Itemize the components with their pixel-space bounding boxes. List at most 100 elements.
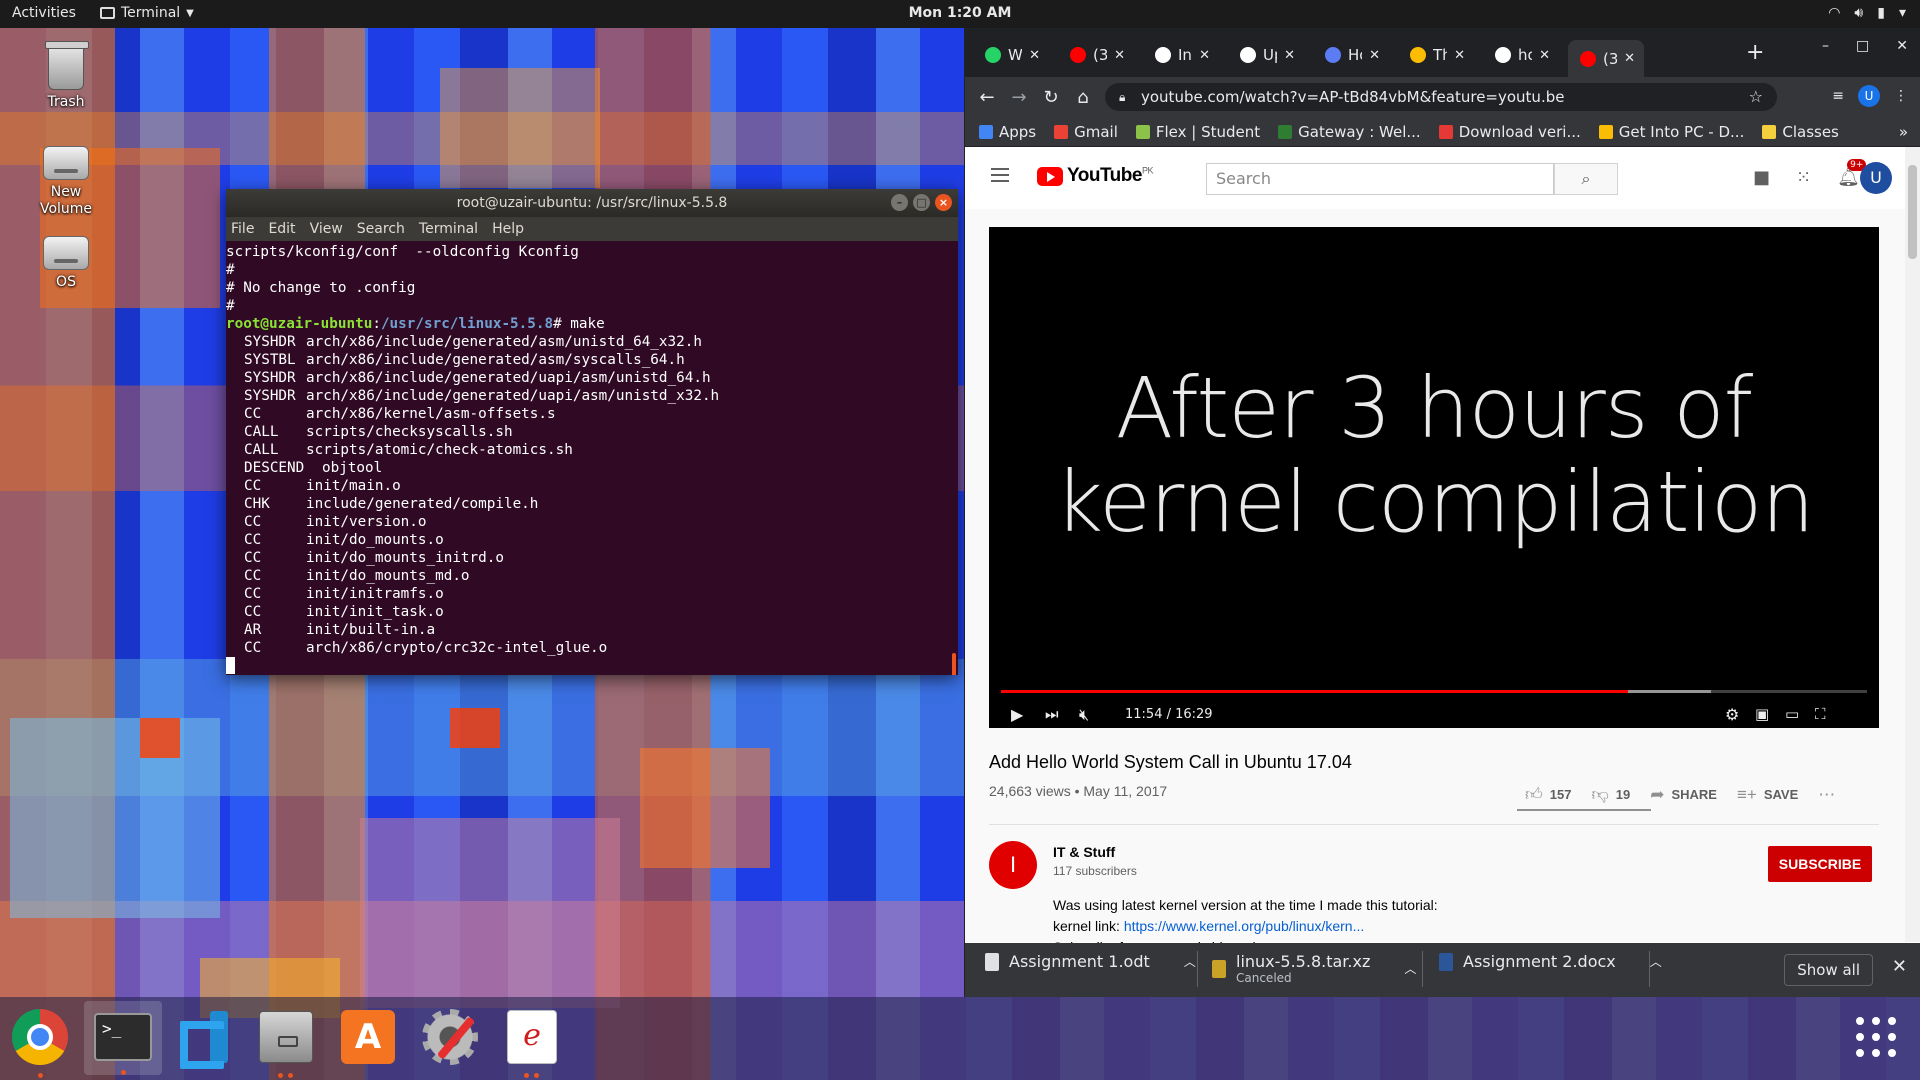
browser-tab[interactable]: Inde ✕: [1143, 40, 1219, 70]
browser-tab[interactable]: (303 ✕: [1568, 40, 1644, 77]
bookmark-star-icon[interactable]: ☆: [1749, 83, 1763, 111]
address-bar[interactable]: 🔒︎ youtube.com/watch?v=AP-tBd84vbM&featu…: [1105, 83, 1777, 111]
close-tab-icon[interactable]: ✕: [1454, 48, 1465, 63]
show-all-downloads-button[interactable]: Show all: [1784, 954, 1873, 986]
bookmarks-overflow-icon[interactable]: »: [1899, 123, 1908, 141]
chevron-up-icon[interactable]: ︿: [1650, 953, 1662, 970]
dock-files[interactable]: [254, 1005, 318, 1078]
mute-icon[interactable]: 🔇︎: [1079, 705, 1089, 725]
search-input[interactable]: Search: [1206, 163, 1554, 195]
close-tab-icon[interactable]: ✕: [1539, 48, 1550, 63]
clock[interactable]: Mon 1:20 AM: [0, 5, 1920, 21]
download-item[interactable]: Assignment 1.odt ︿: [985, 952, 1196, 971]
maximize-button[interactable]: □: [913, 194, 930, 211]
subscribe-button[interactable]: SUBSCRIBE: [1768, 846, 1872, 882]
desktop-icon-new-volume[interactable]: New Volume: [18, 146, 114, 218]
bookmark-item[interactable]: Gmail: [1054, 123, 1118, 141]
chrome-window[interactable]: Wha ✕ (303 ✕ Inde ✕ Upgi ✕ How ✕ The ✕ how ✕ (303 ✕ + –…: [964, 28, 1920, 997]
play-icon[interactable]: ▶: [1011, 705, 1023, 724]
apps-grid-icon[interactable]: ⁙: [1796, 167, 1811, 188]
create-video-icon[interactable]: ■: [1753, 167, 1770, 188]
reload-icon[interactable]: ↻: [1035, 87, 1067, 108]
minimize-button[interactable]: –: [1822, 38, 1829, 54]
show-applications-icon[interactable]: [1856, 1017, 1896, 1057]
close-tab-icon[interactable]: ✕: [1369, 48, 1380, 63]
avatar[interactable]: U: [1860, 162, 1892, 194]
bookmark-item[interactable]: Classes: [1762, 123, 1839, 141]
kebab-menu-icon[interactable]: ⋮: [1894, 88, 1908, 104]
dock-software-center[interactable]: A: [336, 1005, 400, 1069]
video-progress-bar[interactable]: [1001, 690, 1867, 693]
media-controls-icon[interactable]: ≡: [1832, 88, 1844, 104]
close-tab-icon[interactable]: ✕: [1114, 48, 1125, 63]
browser-tab[interactable]: how ✕: [1483, 40, 1559, 70]
youtube-logo[interactable]: YouTubePK: [1037, 165, 1153, 187]
close-tab-icon[interactable]: ✕: [1284, 48, 1295, 63]
browser-tab[interactable]: Wha ✕: [973, 40, 1049, 70]
search-button[interactable]: ⌕: [1554, 163, 1618, 195]
menu-view[interactable]: View: [310, 221, 343, 237]
terminal-output[interactable]: scripts/kconfig/conf --oldconfig Kconfig…: [226, 241, 958, 675]
scrollbar[interactable]: [1905, 147, 1920, 942]
hamburger-menu-icon[interactable]: [991, 168, 1009, 186]
share-button[interactable]: ➦ SHARE: [1650, 784, 1717, 805]
terminal-titlebar[interactable]: root@uzair-ubuntu: /usr/src/linux-5.5.8 …: [226, 189, 958, 217]
kernel-link[interactable]: https://www.kernel.org/pub/linux/kern...: [1124, 918, 1364, 934]
close-icon[interactable]: ✕: [1892, 956, 1907, 977]
channel-name[interactable]: IT & Stuff: [1053, 844, 1115, 860]
forward-icon[interactable]: →: [1003, 87, 1035, 108]
menu-help[interactable]: Help: [492, 221, 524, 237]
profile-avatar[interactable]: U: [1858, 85, 1880, 107]
fullscreen-icon[interactable]: ⛶: [1815, 705, 1826, 723]
channel-avatar[interactable]: I: [989, 841, 1037, 889]
next-icon[interactable]: ⏭: [1045, 705, 1059, 723]
browser-tab[interactable]: Upgi ✕: [1228, 40, 1304, 70]
terminal-window[interactable]: root@uzair-ubuntu: /usr/src/linux-5.5.8 …: [226, 189, 958, 675]
bookmark-item[interactable]: Download veri...: [1438, 123, 1581, 141]
notifications-bell-icon[interactable]: 🔔︎ 9+: [1837, 159, 1867, 188]
theater-mode-icon[interactable]: ▭: [1785, 705, 1799, 723]
like-button[interactable]: 👍︎ 157: [1525, 784, 1571, 805]
miniplayer-icon[interactable]: ▣: [1755, 705, 1769, 723]
settings-gear-icon[interactable]: ⚙: [1725, 705, 1739, 724]
video-player[interactable]: After 3 hours of kernel compilation ▶ ⏭ …: [989, 227, 1879, 728]
home-icon[interactable]: ⌂: [1067, 87, 1099, 108]
close-tab-icon[interactable]: ✕: [1199, 48, 1210, 63]
browser-tab[interactable]: The ✕: [1398, 40, 1474, 70]
close-tab-icon[interactable]: ✕: [1029, 48, 1040, 63]
close-tab-icon[interactable]: ✕: [1624, 51, 1635, 66]
new-tab-button[interactable]: +: [1746, 40, 1764, 65]
scrollbar-thumb[interactable]: [1908, 165, 1917, 259]
minimize-button[interactable]: –: [891, 194, 908, 211]
browser-tab[interactable]: How ✕: [1313, 40, 1389, 70]
menu-edit[interactable]: Edit: [268, 221, 295, 237]
download-item[interactable]: linux-5.5.8.tar.xz Canceled ︿: [1212, 952, 1416, 985]
dock-pdf-reader[interactable]: ℯ: [500, 1005, 564, 1078]
scrollbar[interactable]: [952, 653, 956, 675]
save-button[interactable]: ≡+ SAVE: [1737, 784, 1798, 805]
dock-chrome[interactable]: [8, 1005, 72, 1078]
menu-search[interactable]: Search: [357, 221, 405, 237]
download-item[interactable]: Assignment 2.docx ︿: [1439, 952, 1662, 971]
menu-terminal[interactable]: Terminal: [419, 221, 478, 237]
browser-tab[interactable]: (303 ✕: [1058, 40, 1134, 70]
desktop-icon-os[interactable]: OS: [18, 236, 114, 290]
system-tray[interactable]: ◠ 🔊︎ ▮ ▾: [1828, 5, 1906, 21]
bookmark-item[interactable]: Apps: [979, 123, 1036, 141]
bookmark-item[interactable]: Gateway : Wel...: [1278, 123, 1421, 141]
maximize-button[interactable]: □: [1856, 38, 1869, 54]
chevron-up-icon[interactable]: ︿: [1404, 960, 1416, 977]
dock-terminal[interactable]: >_: [84, 1001, 162, 1075]
dislike-button[interactable]: 👎︎ 19: [1591, 784, 1630, 805]
dock-settings[interactable]: [418, 1005, 482, 1069]
bookmark-item[interactable]: Get Into PC - D...: [1598, 123, 1744, 141]
menu-file[interactable]: File: [231, 221, 254, 237]
chevron-up-icon[interactable]: ︿: [1184, 953, 1196, 970]
close-button[interactable]: ×: [935, 194, 952, 211]
close-button[interactable]: ✕: [1896, 38, 1908, 54]
back-icon[interactable]: ←: [971, 87, 1003, 108]
bookmark-item[interactable]: Flex | Student: [1135, 123, 1260, 141]
dock-vscode[interactable]: [172, 1005, 236, 1069]
desktop-icon-trash[interactable]: Trash: [18, 41, 114, 110]
more-actions-button[interactable]: ⋯: [1818, 784, 1835, 805]
